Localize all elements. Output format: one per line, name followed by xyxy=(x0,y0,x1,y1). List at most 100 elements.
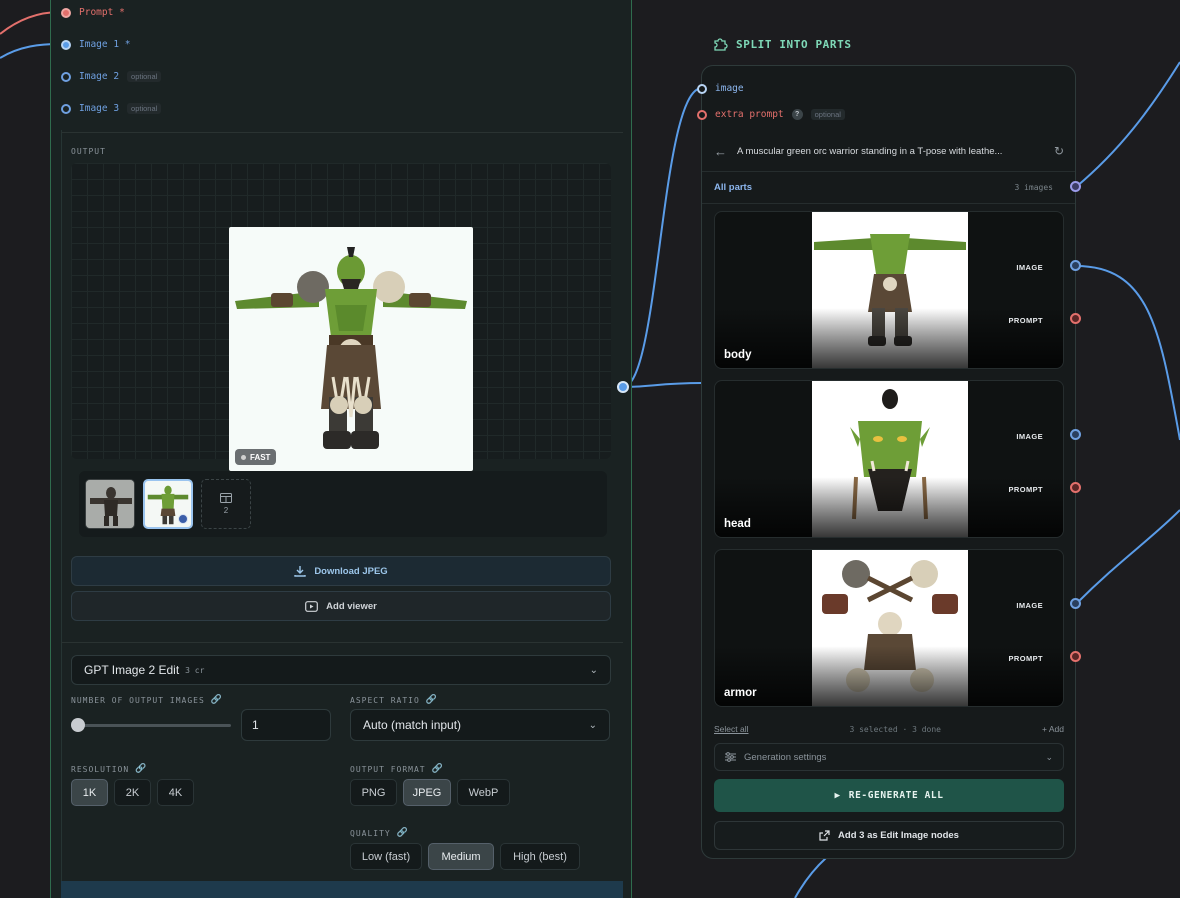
external-link-icon xyxy=(819,830,830,841)
wire-bottom-out xyxy=(794,857,827,898)
split-node-title[interactable]: SPLIT INTO PARTS xyxy=(712,36,852,52)
input-port-extra-prompt[interactable]: extra prompt ? optional xyxy=(697,109,845,120)
wire-junction-out xyxy=(622,382,703,388)
extra-prompt-port-dot[interactable] xyxy=(697,109,707,120)
resolution-2k-button[interactable]: 2K xyxy=(114,779,151,806)
wire-body-image-out xyxy=(1075,265,1180,441)
image-edit-node: Prompt * Image 1 * Image 2 optional Imag… xyxy=(50,0,632,898)
part-name-head: head xyxy=(724,518,751,530)
regenerate-all-button[interactable]: ▶ RE-GENERATE ALL xyxy=(714,779,1064,812)
num-images-slider-track[interactable] xyxy=(73,724,231,727)
optional-tag: optional xyxy=(127,71,162,82)
input-port-image[interactable]: image xyxy=(697,83,744,94)
input-port-image-3[interactable]: Image 3 optional xyxy=(61,103,162,114)
num-images-input[interactable]: 1 xyxy=(241,709,331,741)
all-parts-output-port[interactable] xyxy=(1070,181,1081,192)
puzzle-icon xyxy=(714,38,728,51)
wire-junction-to-split xyxy=(622,87,703,388)
chevron-down-icon: ⌄ xyxy=(588,719,597,731)
image-3-port-label: Image 3 xyxy=(79,103,120,114)
armor-image-output-port[interactable] xyxy=(1070,598,1081,609)
generation-settings-dropdown[interactable]: Generation settings ⌄ xyxy=(714,743,1064,771)
part-card-head[interactable]: head IMAGE PROMPT xyxy=(714,380,1064,538)
select-all-link[interactable]: Select all xyxy=(714,724,749,734)
quality-high-button[interactable]: High (best) xyxy=(500,843,580,870)
input-port-image-1[interactable]: Image 1 * xyxy=(61,39,131,50)
add-viewer-label: Add viewer xyxy=(326,600,377,612)
input-port-prompt[interactable]: Prompt * xyxy=(61,7,125,18)
refresh-icon[interactable]: ↻ xyxy=(1054,144,1064,158)
resolution-1k-button[interactable]: 1K xyxy=(71,779,108,806)
quality-medium-button[interactable]: Medium xyxy=(428,843,494,870)
body-prompt-output-label: PROMPT xyxy=(1008,316,1043,325)
image-3-port-dot[interactable] xyxy=(61,103,71,114)
help-icon[interactable]: ? xyxy=(791,109,803,120)
prompt-port-dot[interactable] xyxy=(61,7,71,18)
wire-parts-out xyxy=(1075,61,1180,188)
more-outputs-count: 2 xyxy=(223,506,229,515)
image-1-port-dot[interactable] xyxy=(61,39,71,50)
quality-label: QUALITY 🔗 xyxy=(350,828,409,838)
armor-image-output-label: IMAGE xyxy=(1016,601,1043,610)
viewer-icon xyxy=(305,600,319,612)
model-cost: 3 cr xyxy=(185,665,205,675)
body-image-output-label: IMAGE xyxy=(1016,263,1043,272)
fast-dot-icon xyxy=(241,455,246,460)
sliders-icon xyxy=(725,752,736,762)
part-name-armor: armor xyxy=(724,687,757,699)
add-part-button[interactable]: + Add xyxy=(1042,724,1064,734)
prompt-port-label: Prompt * xyxy=(79,7,125,18)
model-settings: GPT Image 2 Edit 3 cr ⌄ NUMBER OF OUTPUT… xyxy=(61,642,623,898)
image-port-label: image xyxy=(715,83,744,94)
format-jpeg-button[interactable]: JPEG xyxy=(403,779,451,806)
format-webp-button[interactable]: WebP xyxy=(457,779,510,806)
output-canvas[interactable]: FAST xyxy=(71,163,611,471)
model-select[interactable]: GPT Image 2 Edit 3 cr ⌄ xyxy=(71,655,611,685)
image-port-dot[interactable] xyxy=(697,83,707,94)
body-prompt-output-port[interactable] xyxy=(1070,313,1081,324)
download-icon xyxy=(294,566,307,577)
parts-count: 3 images xyxy=(1014,183,1053,192)
output-format-label: OUTPUT FORMAT 🔗 xyxy=(350,764,444,774)
selection-status: 3 selected · 3 done xyxy=(849,724,941,734)
image-1-port-label: Image 1 * xyxy=(79,39,131,50)
quality-low-button[interactable]: Low (fast) xyxy=(350,843,422,870)
link-icon: 🔗 xyxy=(396,828,409,838)
orc-warrior-figure xyxy=(235,247,467,449)
resolution-4k-button[interactable]: 4K xyxy=(157,779,194,806)
part-card-body[interactable]: body IMAGE PROMPT xyxy=(714,211,1064,369)
fast-badge: FAST xyxy=(235,449,277,465)
optional-tag: optional xyxy=(127,103,162,114)
link-icon: 🔗 xyxy=(210,695,223,705)
output-thumbnail-1[interactable] xyxy=(85,479,135,529)
add-edit-nodes-button[interactable]: Add 3 as Edit Image nodes xyxy=(714,821,1064,850)
generation-settings-label: Generation settings xyxy=(744,751,827,763)
all-parts-tab[interactable]: All parts xyxy=(714,182,752,193)
output-thumbnail-2[interactable] xyxy=(143,479,193,529)
num-images-slider-knob[interactable] xyxy=(71,718,85,732)
prompt-summary-text: A muscular green orc warrior standing in… xyxy=(737,145,1003,157)
armored-orc-thumbnail-image xyxy=(86,480,134,528)
wire-junction[interactable] xyxy=(617,381,629,393)
head-prompt-output-port[interactable] xyxy=(1070,482,1081,493)
input-port-image-2[interactable]: Image 2 optional xyxy=(61,71,162,82)
aspect-ratio-select[interactable]: Auto (match input) ⌄ xyxy=(350,709,610,741)
download-button[interactable]: Download JPEG xyxy=(71,556,611,586)
head-image-output-port[interactable] xyxy=(1070,429,1081,440)
prompt-summary-bar: ← A muscular green orc warrior standing … xyxy=(714,136,1064,166)
body-image-output-port[interactable] xyxy=(1070,260,1081,271)
image-2-port-dot[interactable] xyxy=(61,71,71,82)
armor-prompt-output-label: PROMPT xyxy=(1008,654,1043,663)
output-preview-image[interactable]: FAST xyxy=(229,227,473,471)
output-label: OUTPUT xyxy=(71,147,106,156)
armor-prompt-output-port[interactable] xyxy=(1070,651,1081,662)
format-png-button[interactable]: PNG xyxy=(350,779,397,806)
more-outputs-button[interactable]: 2 xyxy=(201,479,251,529)
selected-indicator xyxy=(178,514,188,524)
add-viewer-button[interactable]: Add viewer xyxy=(71,591,611,621)
back-arrow-icon[interactable]: ← xyxy=(714,144,727,159)
wire-armor-image-out xyxy=(1075,509,1180,605)
selection-row: Select all 3 selected · 3 done + Add xyxy=(714,721,1064,737)
part-card-armor[interactable]: armor IMAGE PROMPT xyxy=(714,549,1064,707)
resolution-label: RESOLUTION 🔗 xyxy=(71,764,148,774)
